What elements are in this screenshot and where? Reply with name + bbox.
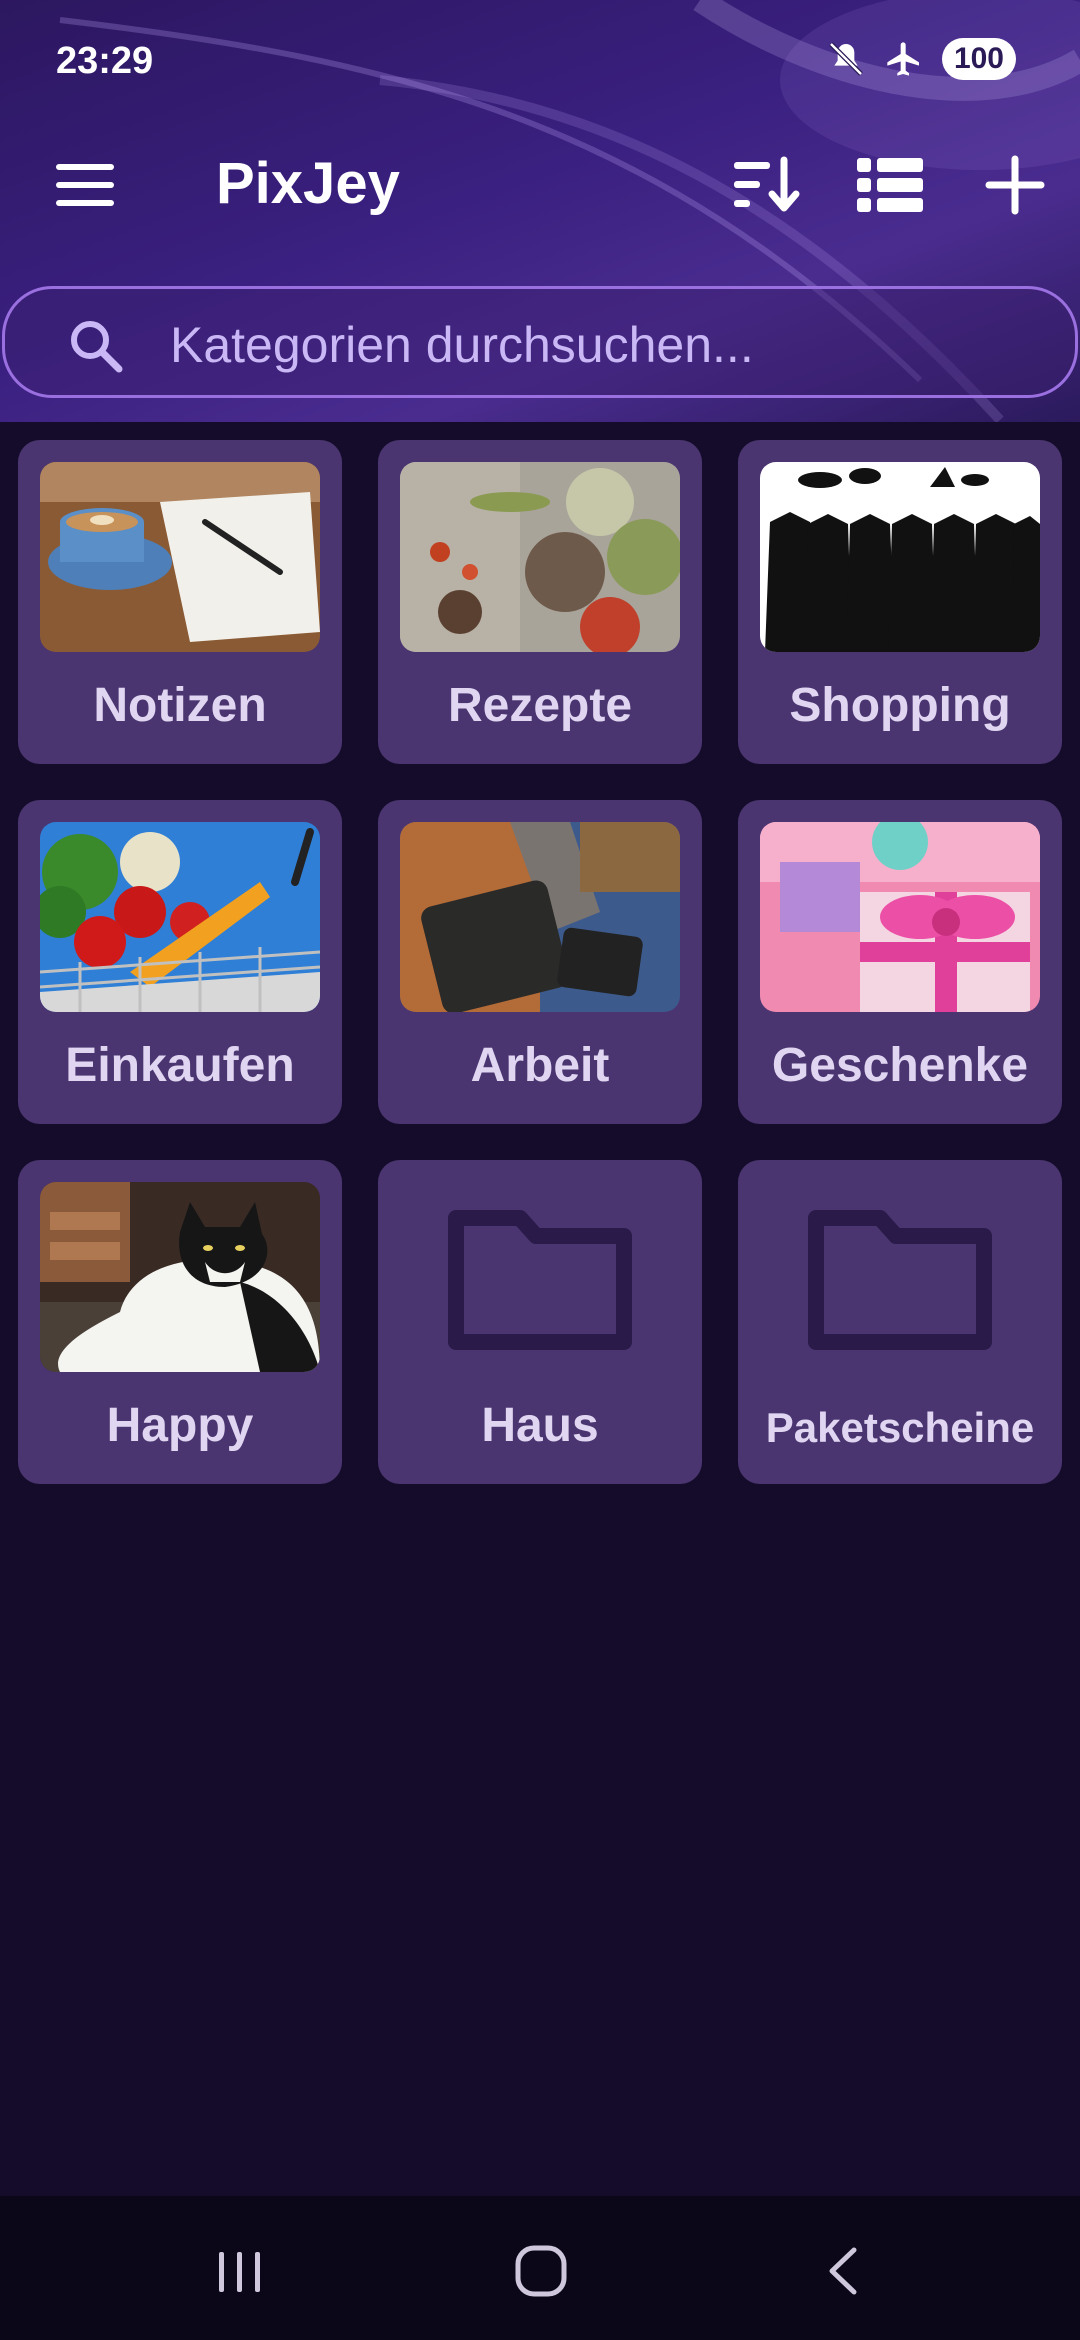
search-input[interactable] xyxy=(170,315,1050,375)
gift-image xyxy=(760,822,1040,1012)
category-tile-happy[interactable]: Happy xyxy=(18,1160,342,1484)
mute-icon xyxy=(829,42,863,76)
coffee-notebook-image xyxy=(40,462,320,652)
home-icon[interactable] xyxy=(506,2236,576,2306)
search-icon xyxy=(71,321,123,373)
category-tile-paketscheine[interactable]: Paketscheine xyxy=(738,1160,1062,1484)
category-label: Notizen xyxy=(93,679,267,732)
category-tile-shopping[interactable]: Shopping xyxy=(738,440,1062,764)
category-label: Arbeit xyxy=(470,1039,610,1092)
status-icons: 100 xyxy=(826,38,1016,80)
category-tile-notizen[interactable]: Notizen xyxy=(18,440,342,764)
category-tile-geschenke[interactable]: Geschenke xyxy=(738,800,1062,1124)
app-header: 23:29 100 PixJey xyxy=(0,0,1080,422)
category-tile-rezepte[interactable]: Rezepte xyxy=(378,440,702,764)
back-icon[interactable] xyxy=(810,2236,880,2306)
dresses-image xyxy=(760,462,1040,652)
cat-image xyxy=(40,1182,320,1372)
spices-image xyxy=(400,462,680,652)
status-time: 23:29 xyxy=(56,40,154,82)
category-label: Happy xyxy=(106,1399,254,1452)
category-tile-einkaufen[interactable]: Einkaufen xyxy=(18,800,342,1124)
category-tile-arbeit[interactable]: Arbeit xyxy=(378,800,702,1124)
airplane-icon xyxy=(887,42,919,76)
folder-icon xyxy=(448,1210,632,1350)
vegetable-cart-image xyxy=(40,822,320,1012)
category-label: Geschenke xyxy=(771,1039,1029,1092)
recent-apps-icon[interactable] xyxy=(205,2236,275,2306)
app-title: PixJey xyxy=(216,151,400,216)
category-label: Paketscheine xyxy=(765,1404,1035,1451)
add-icon[interactable] xyxy=(980,154,1050,216)
category-tile-haus[interactable]: Haus xyxy=(378,1160,702,1484)
system-navigation-bar xyxy=(0,2196,1080,2340)
category-label: Shopping xyxy=(789,679,1011,732)
toolbar: PixJey xyxy=(0,130,1080,240)
briefcase-image xyxy=(400,822,680,1012)
category-label: Rezepte xyxy=(447,679,633,732)
folder-icon xyxy=(808,1210,992,1350)
status-bar: 23:29 100 xyxy=(0,0,1080,120)
category-label: Einkaufen xyxy=(65,1039,295,1092)
sort-icon[interactable] xyxy=(730,154,800,216)
search-bar[interactable] xyxy=(2,286,1078,398)
list-view-icon[interactable] xyxy=(855,154,925,216)
battery-icon: 100 xyxy=(941,38,1016,80)
menu-icon[interactable] xyxy=(50,160,120,210)
category-label: Haus xyxy=(481,1399,599,1452)
